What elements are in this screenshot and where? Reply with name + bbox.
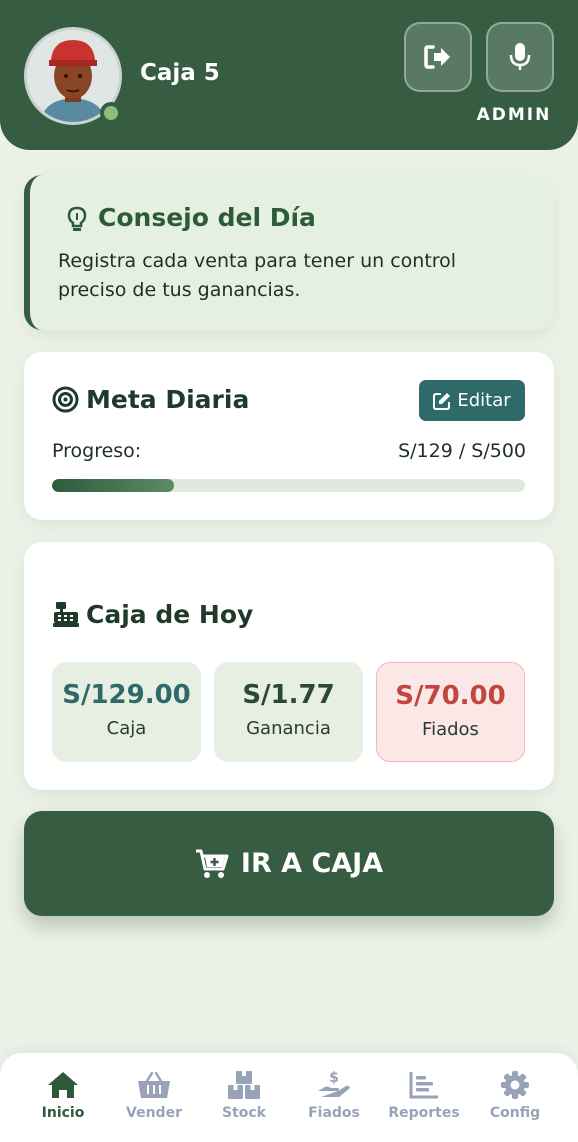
online-status-dot bbox=[100, 102, 122, 124]
goal-title: Meta Diaria bbox=[86, 385, 250, 414]
svg-text:$: $ bbox=[329, 1070, 339, 1086]
progress-value: S/129 / S/500 bbox=[398, 440, 526, 462]
cart-plus-icon bbox=[195, 849, 229, 878]
tip-text: Registra cada venta para tener un contro… bbox=[58, 250, 457, 301]
edit-goal-button[interactable]: Editar bbox=[419, 380, 525, 421]
basket-icon bbox=[138, 1071, 170, 1098]
go-to-cash-label: IR A CAJA bbox=[240, 848, 384, 879]
nav-vender[interactable]: Vender bbox=[109, 1069, 199, 1121]
nav-fiados-label: Fiados bbox=[308, 1105, 360, 1121]
progress-label: Progreso: bbox=[52, 440, 142, 462]
nav-reportes-label: Reportes bbox=[388, 1105, 460, 1121]
edit-goal-label: Editar bbox=[457, 390, 511, 411]
nav-fiados[interactable]: $ Fiados bbox=[289, 1069, 379, 1121]
go-to-cash-button[interactable]: IR A CAJA bbox=[24, 811, 554, 916]
today-cash-card: Caja de Hoy S/129.00 Caja S/1.77 Gananci… bbox=[24, 542, 554, 790]
daily-goal-card: Meta Diaria Editar Progreso: S/129 / S/5… bbox=[24, 352, 554, 520]
hand-money-icon: $ bbox=[318, 1070, 350, 1097]
microphone-icon bbox=[509, 43, 531, 70]
voice-button[interactable] bbox=[486, 22, 554, 92]
gear-icon bbox=[501, 1071, 529, 1099]
home-icon bbox=[48, 1072, 78, 1098]
lightbulb-icon bbox=[67, 206, 87, 231]
progress-bar-fill bbox=[52, 479, 175, 492]
stat-profit-label: Ganancia bbox=[246, 718, 331, 739]
stat-cash-value: S/129.00 bbox=[62, 680, 191, 710]
target-icon bbox=[52, 386, 79, 413]
stat-profit: S/1.77 Ganancia bbox=[214, 662, 363, 762]
chart-icon bbox=[409, 1072, 438, 1099]
logout-button[interactable] bbox=[404, 22, 472, 92]
user-name: Caja 5 bbox=[140, 60, 220, 86]
stat-credit-label: Fiados bbox=[422, 719, 479, 740]
logout-icon bbox=[424, 45, 450, 69]
role-label: ADMIN bbox=[476, 105, 552, 125]
today-title: Caja de Hoy bbox=[86, 600, 254, 629]
nav-vender-label: Vender bbox=[126, 1105, 182, 1121]
tip-card: Consejo del Día Registra cada venta para… bbox=[24, 175, 554, 330]
stat-profit-value: S/1.77 bbox=[242, 680, 335, 710]
stat-credit: S/70.00 Fiados bbox=[376, 662, 525, 762]
nav-inicio-label: Inicio bbox=[41, 1105, 85, 1121]
nav-config[interactable]: Config bbox=[470, 1069, 560, 1121]
stat-cash-label: Caja bbox=[106, 718, 147, 739]
header: Caja 5 ADMIN bbox=[0, 0, 578, 150]
progress-bar bbox=[52, 479, 525, 492]
nav-reportes[interactable]: Reportes bbox=[379, 1069, 469, 1121]
nav-stock[interactable]: Stock bbox=[199, 1069, 289, 1121]
stat-credit-value: S/70.00 bbox=[395, 681, 506, 711]
tip-title: Consejo del Día bbox=[98, 203, 316, 232]
boxes-icon bbox=[228, 1071, 260, 1099]
edit-icon bbox=[433, 392, 451, 410]
cash-register-icon bbox=[53, 602, 79, 627]
bottom-nav: Inicio Vender Stock $ Fiados Reportes Co… bbox=[0, 1053, 578, 1142]
nav-inicio[interactable]: Inicio bbox=[18, 1069, 108, 1121]
nav-stock-label: Stock bbox=[221, 1105, 266, 1121]
nav-config-label: Config bbox=[489, 1105, 541, 1121]
stat-cash: S/129.00 Caja bbox=[52, 662, 201, 762]
